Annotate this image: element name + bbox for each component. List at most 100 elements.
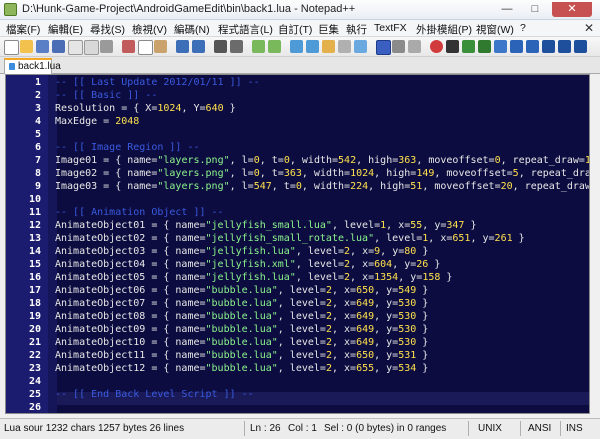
- redo-icon[interactable]: [192, 40, 205, 53]
- string: "jellyfish.lua": [205, 246, 296, 257]
- play-macro-icon[interactable]: [462, 40, 475, 53]
- sort-icon[interactable]: [542, 40, 555, 53]
- menu-help[interactable]: ?: [520, 22, 526, 34]
- line-number: 9: [34, 181, 41, 192]
- minimize-button[interactable]: —: [494, 2, 520, 17]
- close-file-icon[interactable]: [68, 40, 83, 55]
- number: 542: [338, 155, 357, 166]
- new-file-icon[interactable]: [4, 40, 19, 55]
- code-text: , y=: [374, 298, 399, 309]
- code-text: }: [440, 272, 453, 283]
- line-number: 14: [28, 246, 41, 257]
- show-all-chars-icon[interactable]: [338, 40, 351, 53]
- function-list-icon[interactable]: [408, 40, 421, 53]
- code-text: , y=: [374, 350, 399, 361]
- close-button[interactable]: ✕: [552, 2, 592, 17]
- user-language-icon[interactable]: [376, 40, 391, 55]
- code-editor[interactable]: 1 2 3 4 5 6 7 8 9 10 11 12 13 14 15 16 1…: [5, 74, 590, 414]
- code-line: AnimateObject04 = { name="jellyfish.xml"…: [55, 259, 440, 270]
- notepad-app-icon: [4, 3, 17, 16]
- sync-vertical-icon[interactable]: [290, 40, 303, 53]
- zoom-out-icon[interactable]: [268, 40, 281, 53]
- trim-icon[interactable]: [558, 40, 571, 53]
- number: 649: [356, 311, 375, 322]
- comment: -- [[ End Back Level Script ]] --: [55, 389, 254, 400]
- line-number: 22: [28, 350, 41, 361]
- saved-file-icon: [9, 63, 15, 70]
- maximize-button[interactable]: □: [522, 2, 548, 17]
- menu-settings[interactable]: 自訂(T): [278, 22, 312, 37]
- number: 1: [585, 155, 589, 166]
- line-number: 23: [28, 363, 41, 374]
- menu-window[interactable]: 視窗(W): [476, 22, 514, 37]
- menu-edit[interactable]: 編輯(E): [48, 22, 83, 37]
- open-file-icon[interactable]: [20, 40, 33, 53]
- code-text: , x=: [350, 259, 375, 270]
- menu-language[interactable]: 程式語言(L): [218, 22, 273, 37]
- code-text: , width=: [289, 155, 339, 166]
- code-text: , level=: [277, 363, 326, 374]
- find-icon[interactable]: [214, 40, 227, 53]
- number: 347: [446, 220, 465, 231]
- number: 363: [283, 168, 302, 179]
- menu-plugins[interactable]: 外掛模組(P): [416, 22, 472, 37]
- menu-encoding[interactable]: 編碼(N): [174, 22, 210, 37]
- zoom-in-icon[interactable]: [252, 40, 265, 53]
- sync-horizontal-icon[interactable]: [306, 40, 319, 53]
- line-number: 20: [28, 324, 41, 335]
- menu-file[interactable]: 檔案(F): [6, 22, 40, 37]
- title-bar[interactable]: D:\Hunk-Game-Project\AndroidGameEdit\bin…: [0, 0, 600, 20]
- replace-icon[interactable]: [230, 40, 243, 53]
- code-text: , x=: [331, 298, 357, 309]
- save-all-icon[interactable]: [52, 40, 65, 53]
- code-text: , x=: [331, 311, 357, 322]
- status-divider: [468, 421, 469, 436]
- print-icon[interactable]: [100, 40, 113, 53]
- number: 650: [356, 285, 375, 296]
- line-number: 10: [28, 194, 41, 205]
- word-wrap-icon[interactable]: [322, 40, 335, 53]
- comment: -- [[ Basic ]] --: [55, 90, 158, 101]
- menu-view[interactable]: 檢視(V): [132, 22, 167, 37]
- run-macro-multiple-icon[interactable]: [478, 40, 491, 53]
- menu-run[interactable]: 執行: [346, 22, 367, 37]
- number: 51: [410, 181, 423, 192]
- encoding-indicator[interactable]: ANSI: [528, 423, 551, 434]
- save-icon[interactable]: [36, 40, 49, 53]
- menu-search[interactable]: 尋找(S): [90, 22, 125, 37]
- code-text: , level=: [295, 246, 344, 257]
- record-macro-icon[interactable]: [430, 40, 443, 53]
- code-text: Image02 = { name=: [55, 168, 158, 179]
- menu-textfx[interactable]: TextFX: [374, 22, 407, 34]
- code-text: AnimateObject05 = { name=: [55, 272, 206, 283]
- number: 80: [404, 246, 417, 257]
- paste-icon[interactable]: [154, 40, 167, 53]
- move-down-icon[interactable]: [526, 40, 539, 53]
- code-text: , l=: [229, 181, 254, 192]
- close-document-icon[interactable]: ✕: [584, 21, 594, 35]
- number: 158: [422, 272, 441, 283]
- status-divider: [244, 421, 245, 436]
- undo-icon[interactable]: [176, 40, 189, 53]
- menu-macro[interactable]: 巨集: [318, 22, 339, 37]
- number: 640: [205, 103, 224, 114]
- code-line: AnimateObject03 = { name="jellyfish.lua"…: [55, 246, 428, 257]
- code-text: , y=: [374, 324, 399, 335]
- code-text: AnimateObject07 = { name=: [55, 298, 206, 309]
- insert-mode[interactable]: INS: [566, 423, 583, 434]
- code-text: , repeat_draw=: [500, 155, 585, 166]
- copy-icon[interactable]: [138, 40, 153, 55]
- cut-icon[interactable]: [122, 40, 135, 53]
- close-all-icon[interactable]: [84, 40, 99, 55]
- tab-back1-lua[interactable]: back1.lua: [4, 58, 61, 74]
- eol-format[interactable]: UNIX: [478, 423, 502, 434]
- move-up-icon[interactable]: [510, 40, 523, 53]
- stop-macro-icon[interactable]: [446, 40, 459, 53]
- code-text: , t=: [259, 168, 284, 179]
- indent-guide-icon[interactable]: [354, 40, 367, 53]
- doc-map-icon[interactable]: [392, 40, 405, 53]
- code-text: , x=: [331, 324, 357, 335]
- more-tools-icon[interactable]: [574, 40, 587, 53]
- save-macro-icon[interactable]: [494, 40, 507, 53]
- menu-bar: 檔案(F) 編輯(E) 尋找(S) 檢視(V) 編碼(N) 程式語言(L) 自訂…: [0, 20, 600, 37]
